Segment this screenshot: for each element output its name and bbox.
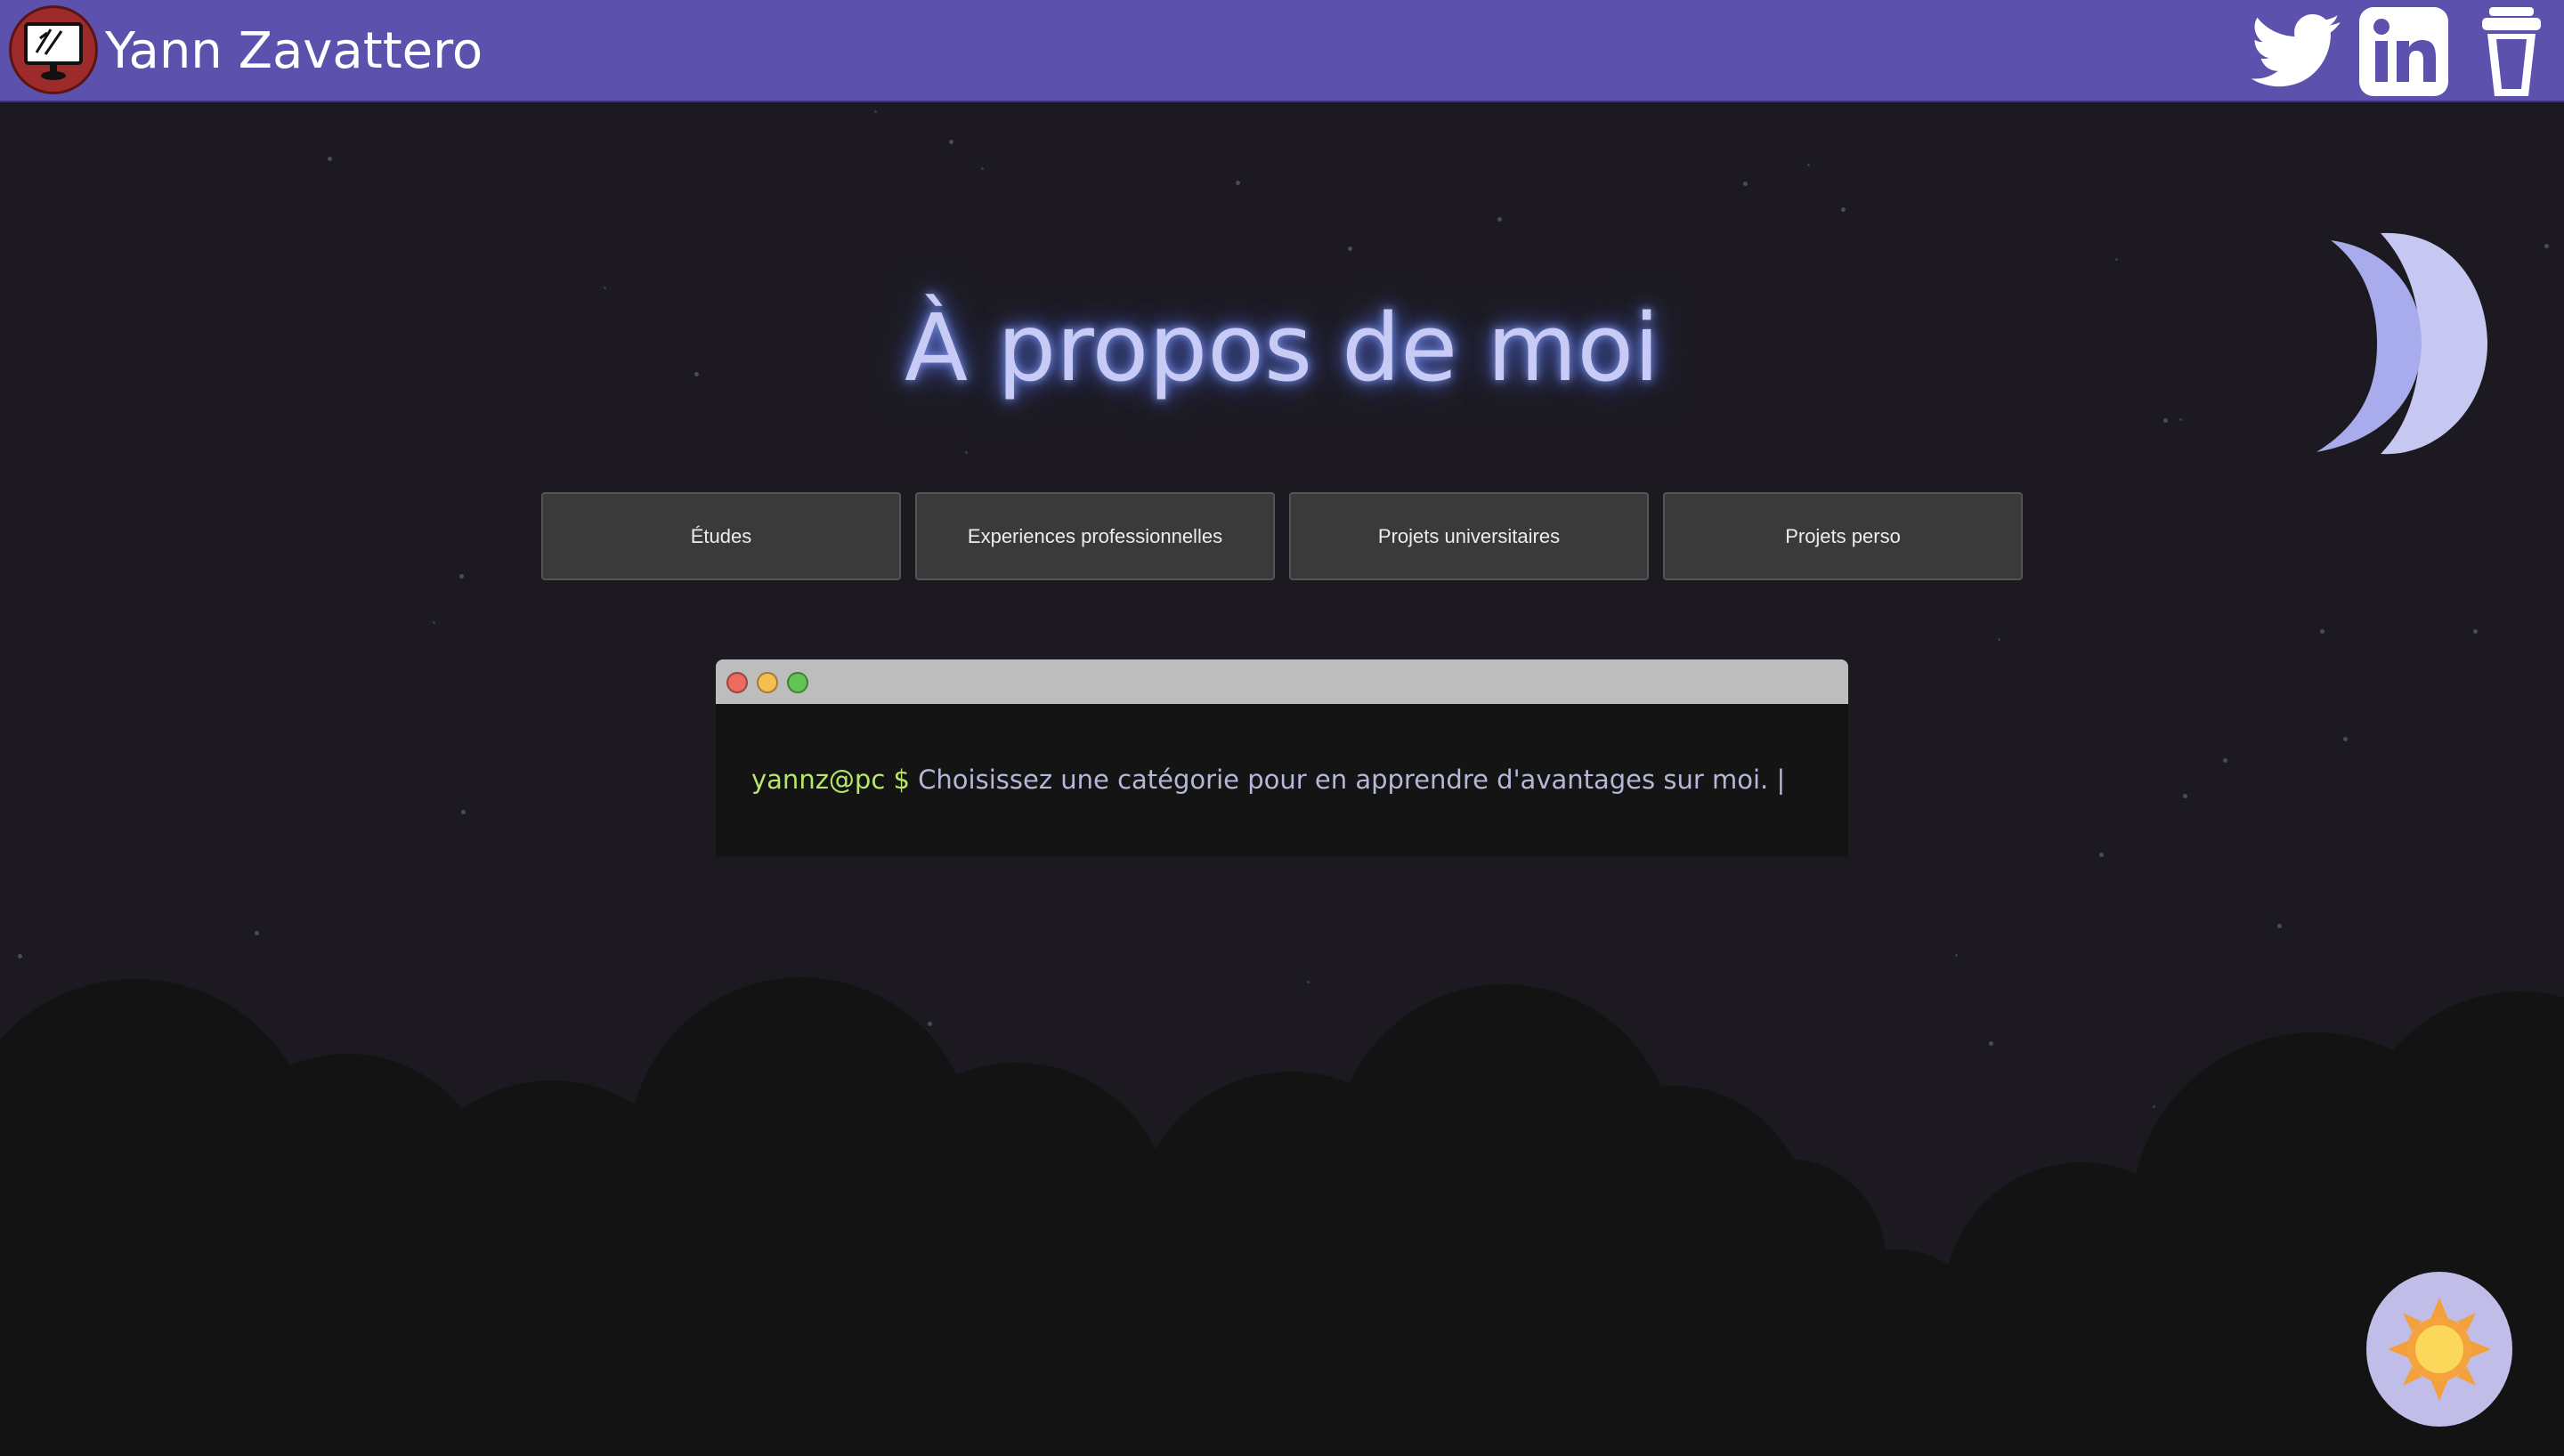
theme-toggle-button[interactable] <box>2366 1272 2512 1427</box>
terminal-message: Choisissez une catégorie pour en apprend… <box>918 764 1769 795</box>
coffee-cup-icon[interactable] <box>2477 5 2546 96</box>
terminal-close-dot <box>726 672 748 693</box>
star <box>1955 954 1958 957</box>
page-title: À propos de moi <box>904 294 1660 402</box>
star <box>965 451 968 454</box>
star <box>874 110 877 113</box>
star <box>255 931 259 935</box>
star <box>1841 207 1846 212</box>
star <box>461 810 466 814</box>
terminal-prompt-user: yannz@pc <box>751 764 886 795</box>
star <box>18 954 22 959</box>
terminal-cursor: | <box>1776 764 1786 795</box>
star <box>459 574 464 578</box>
category-button-projets-perso[interactable]: Projets perso <box>1663 492 2023 580</box>
star <box>1236 181 1240 185</box>
sun-icon <box>2388 1298 2491 1401</box>
logo-monitor-icon[interactable] <box>9 5 98 94</box>
terminal-window: yannz@pc $ Choisissez une catégorie pour… <box>716 659 1848 857</box>
star <box>2183 794 2187 798</box>
star <box>2343 737 2348 741</box>
terminal-minimize-dot <box>757 672 778 693</box>
star <box>2163 418 2168 423</box>
terminal-maximize-dot <box>787 672 808 693</box>
site-title[interactable]: Yann Zavattero <box>105 20 483 84</box>
category-button-etudes[interactable]: Études <box>541 492 901 580</box>
star <box>2179 418 2182 421</box>
star <box>2099 853 2104 857</box>
star <box>1998 638 2000 641</box>
terminal-title-bar <box>716 659 1848 704</box>
star <box>1348 247 1352 251</box>
star <box>2277 924 2282 928</box>
star <box>2544 244 2549 248</box>
star <box>433 621 435 624</box>
linkedin-icon[interactable] <box>2357 5 2450 96</box>
cloud-silhouette <box>0 970 2564 1456</box>
star <box>2320 629 2325 634</box>
terminal-prompt-symbol: $ <box>893 764 910 795</box>
star <box>981 167 984 170</box>
star <box>2223 758 2227 763</box>
site-header: Yann Zavattero <box>0 0 2564 102</box>
star <box>1807 164 1810 166</box>
category-button-projets-universitaires[interactable]: Projets universitaires <box>1289 492 1649 580</box>
star <box>2115 258 2118 261</box>
star <box>328 157 332 161</box>
star <box>2473 629 2478 634</box>
twitter-icon[interactable] <box>2251 5 2343 94</box>
star <box>1743 182 1748 186</box>
star <box>949 140 953 144</box>
star <box>1497 217 1502 222</box>
terminal-output-line: yannz@pc $ Choisissez une catégorie pour… <box>751 762 1785 797</box>
category-button-experiences[interactable]: Experiences professionnelles <box>915 492 1275 580</box>
